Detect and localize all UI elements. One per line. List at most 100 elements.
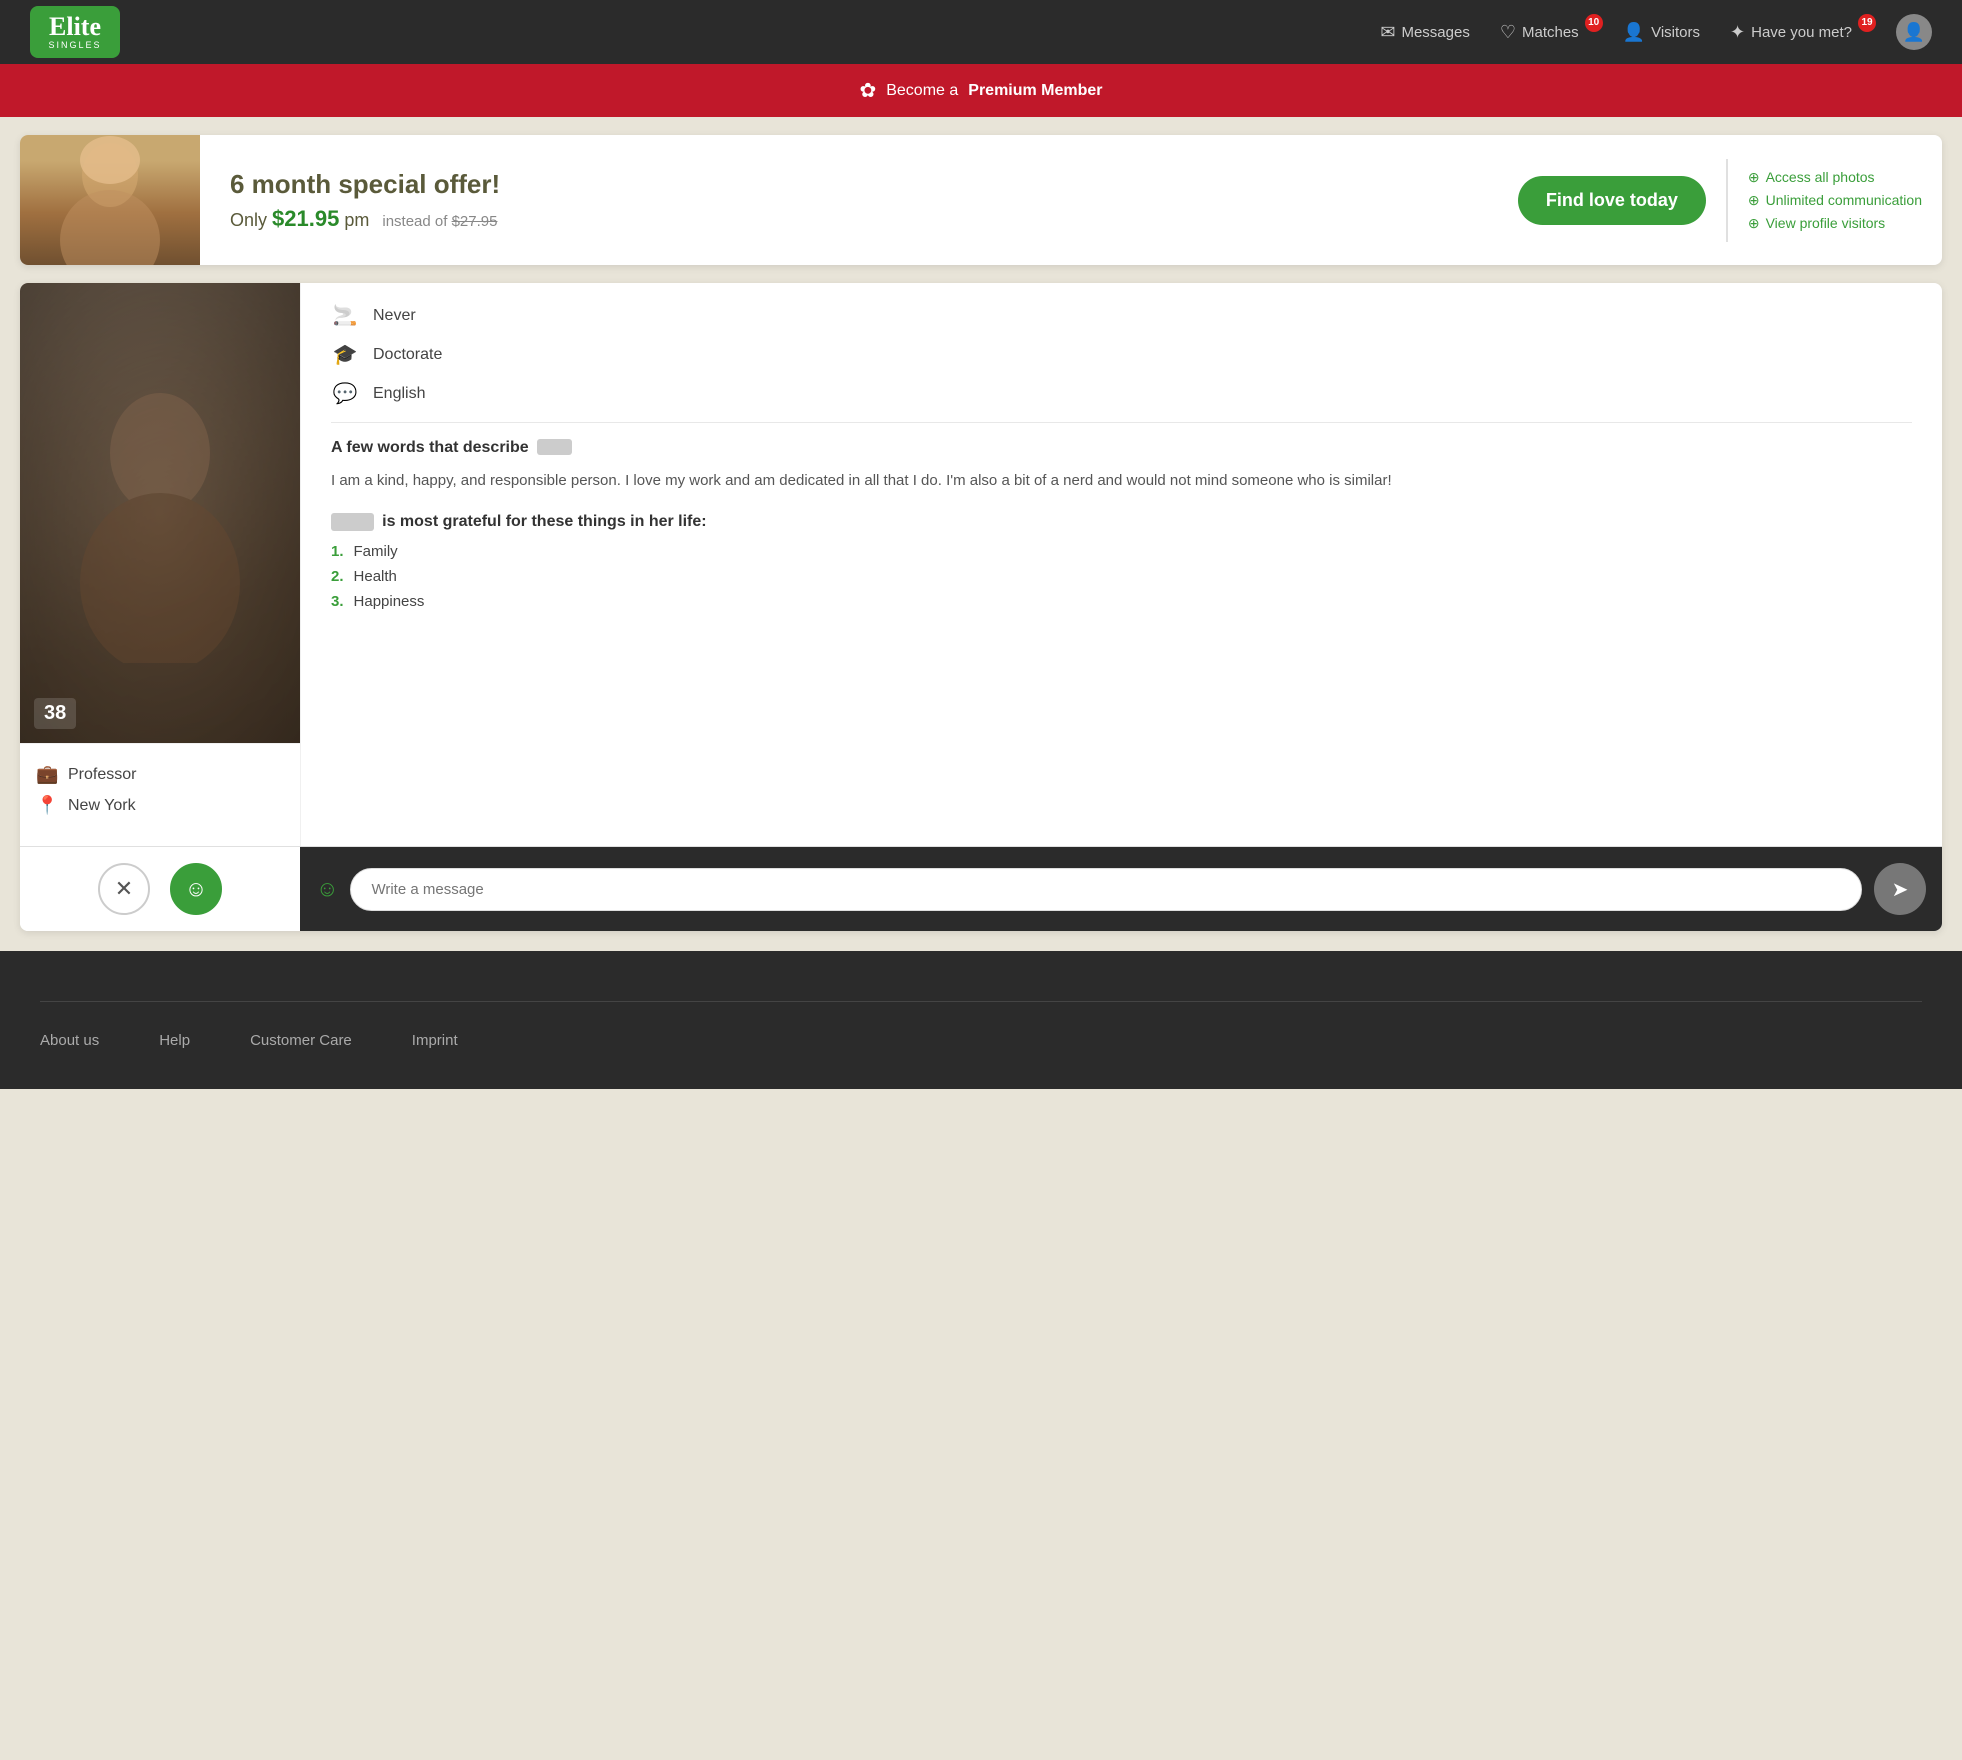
briefcase-icon: 💼 (36, 764, 58, 785)
profile-photo: 38 (20, 283, 300, 743)
grateful-num-2: 2. (331, 568, 344, 585)
grateful-num-1: 1. (331, 543, 344, 560)
offer-feature-label-3: View profile visitors (1766, 215, 1886, 231)
list-item: 2. Health (331, 568, 1912, 585)
offer-feature-visitors: ⊕ View profile visitors (1748, 215, 1922, 232)
offer-banner: 6 month special offer! Only $21.95 pm in… (20, 135, 1942, 265)
nav-have-you-met[interactable]: ✦ 19 Have you met? (1730, 22, 1866, 43)
grateful-title-text: is most grateful for these things in her… (382, 513, 706, 530)
offer-feature-label-2: Unlimited communication (1766, 192, 1922, 208)
matches-badge: 10 (1585, 14, 1603, 32)
footer-links: About us Help Customer Care Imprint (40, 1032, 1922, 1049)
education-value: Doctorate (373, 346, 442, 364)
x-icon: ✕ (115, 876, 133, 902)
like-button[interactable]: ☺ (170, 863, 222, 915)
have-you-met-label: Have you met? (1751, 24, 1852, 41)
offer-features: ⊕ Access all photos ⊕ Unlimited communic… (1726, 159, 1942, 242)
language-value: English (373, 385, 425, 403)
profile-card: 38 💼 Professor 📍 New York 🚬 Never 🎓 (20, 283, 1942, 931)
heart-icon: ♡ (1500, 22, 1516, 43)
profile-detail-smoking: 🚬 Never (331, 303, 1912, 328)
plus-icon-3: ⊕ (1748, 215, 1760, 232)
offer-price-value: $21.95 (272, 206, 339, 231)
smoking-icon: 🚬 (331, 303, 359, 328)
profile-job-label: Professor (68, 766, 136, 784)
have-you-met-badge: 19 (1858, 14, 1876, 32)
footer-help[interactable]: Help (159, 1032, 190, 1049)
message-smile-icon: ☺ (316, 876, 338, 902)
star-icon: ✦ (1730, 22, 1745, 43)
message-input[interactable] (350, 868, 1862, 911)
nav-messages[interactable]: ✉ Messages (1380, 22, 1469, 43)
footer-imprint[interactable]: Imprint (412, 1032, 458, 1049)
footer-customer-care[interactable]: Customer Care (250, 1032, 352, 1049)
smoking-value: Never (373, 307, 416, 325)
visitors-label: Visitors (1651, 24, 1700, 41)
header-nav: ✉ Messages ♡ 10 Matches 👤 Visitors ✦ 19 … (1380, 14, 1932, 50)
grateful-item-3: Happiness (354, 593, 425, 610)
offer-title: 6 month special offer! (230, 169, 1468, 200)
grateful-item-2: Health (354, 568, 397, 585)
footer: About us Help Customer Care Imprint (0, 951, 1962, 1089)
nav-visitors[interactable]: 👤 Visitors (1623, 22, 1700, 43)
profile-job: 💼 Professor (36, 764, 284, 785)
send-button[interactable]: ➤ (1874, 863, 1926, 915)
action-left: ✕ ☺ (20, 847, 300, 931)
offer-feature-photos: ⊕ Access all photos (1748, 169, 1922, 186)
premium-bar[interactable]: ✿ Become a Premium Member (0, 64, 1962, 117)
offer-content: 6 month special offer! Only $21.95 pm in… (200, 149, 1498, 252)
avatar[interactable]: 👤 (1896, 14, 1932, 50)
footer-about-us[interactable]: About us (40, 1032, 99, 1049)
logo-text: Elite (49, 14, 101, 40)
action-right: ☺ ➤ (300, 847, 1942, 931)
offer-model-photo (20, 135, 200, 265)
offer-price-old-label: instead of (382, 213, 451, 230)
avatar-icon: 👤 (1903, 22, 1925, 43)
profile-right: 🚬 Never 🎓 Doctorate 💬 English A few word… (300, 283, 1942, 846)
profile-location: 📍 New York (36, 795, 284, 816)
name-blur-1 (537, 439, 572, 455)
offer-image (20, 135, 200, 265)
list-item: 3. Happiness (331, 593, 1912, 610)
action-bar: ✕ ☺ ☺ ➤ (20, 846, 1942, 931)
profile-body: 38 💼 Professor 📍 New York 🚬 Never 🎓 (20, 283, 1942, 846)
offer-price-old: $27.95 (452, 213, 498, 230)
dislike-button[interactable]: ✕ (98, 863, 150, 915)
find-love-button[interactable]: Find love today (1518, 176, 1706, 225)
smile-icon: ☺ (185, 876, 207, 902)
list-item: 1. Family (331, 543, 1912, 560)
profile-age: 38 (34, 698, 76, 729)
profile-info: 💼 Professor 📍 New York (20, 743, 300, 846)
language-icon: 💬 (331, 381, 359, 406)
grateful-list: 1. Family 2. Health 3. Happiness (331, 543, 1912, 610)
flower-icon: ✿ (859, 78, 876, 103)
name-blur-2 (331, 513, 374, 531)
messages-label: Messages (1401, 24, 1469, 41)
education-icon: 🎓 (331, 342, 359, 367)
nav-matches[interactable]: ♡ 10 Matches (1500, 22, 1593, 43)
premium-text-bold: Premium Member (968, 82, 1102, 100)
plus-icon-1: ⊕ (1748, 169, 1760, 186)
offer-price-unit: pm (344, 210, 369, 230)
logo-sub: SINGLES (48, 40, 101, 50)
footer-divider (40, 1001, 1922, 1002)
premium-text-before: Become a (886, 82, 958, 100)
offer-feature-communication: ⊕ Unlimited communication (1748, 192, 1922, 209)
profile-location-label: New York (68, 797, 136, 815)
offer-price: Only $21.95 pm instead of $27.95 (230, 206, 1468, 232)
grateful-num-3: 3. (331, 593, 344, 610)
profile-detail-language: 💬 English (331, 381, 1912, 406)
profile-detail-education: 🎓 Doctorate (331, 342, 1912, 367)
person-icon: 👤 (1623, 22, 1645, 43)
matches-label: Matches (1522, 24, 1579, 41)
profile-bio: I am a kind, happy, and responsible pers… (331, 469, 1912, 493)
grateful-title: is most grateful for these things in her… (331, 513, 1912, 531)
describe-section-title: A few words that describe (331, 439, 1912, 457)
logo[interactable]: Elite SINGLES (30, 6, 120, 58)
header: Elite SINGLES ✉ Messages ♡ 10 Matches 👤 … (0, 0, 1962, 64)
offer-price-label: Only (230, 210, 272, 230)
send-icon: ➤ (1892, 877, 1909, 902)
profile-left: 38 💼 Professor 📍 New York (20, 283, 300, 846)
grateful-item-1: Family (354, 543, 398, 560)
location-icon: 📍 (36, 795, 58, 816)
